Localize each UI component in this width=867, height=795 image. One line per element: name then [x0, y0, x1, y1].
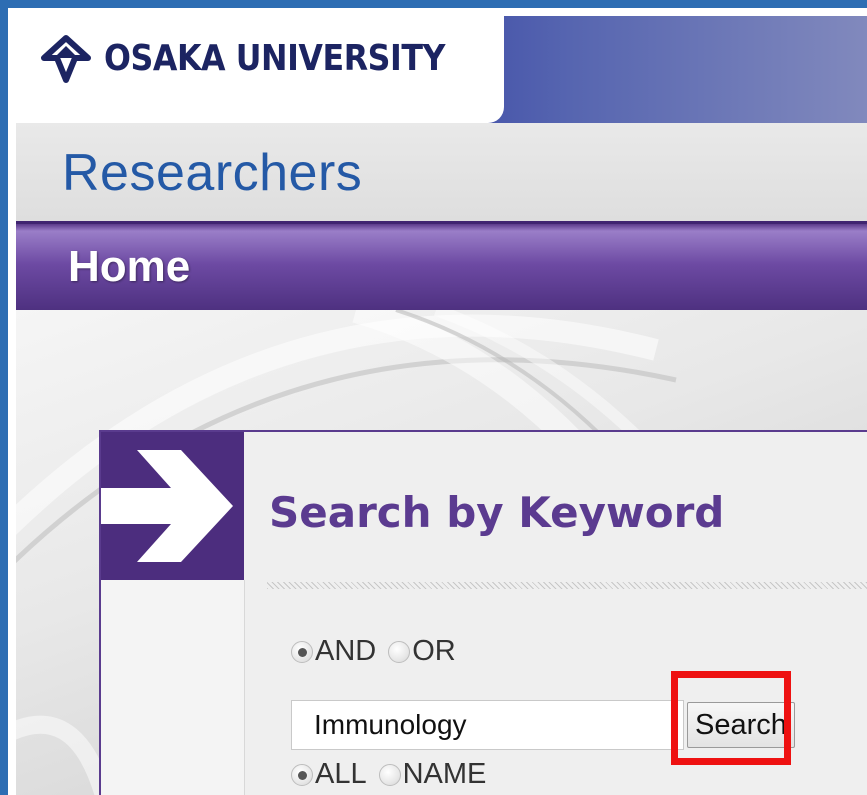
match-mode-group: AND OR — [291, 635, 456, 668]
radio-or-label: OR — [412, 635, 456, 667]
university-name: OSAKA UNIVERSITY — [104, 38, 446, 79]
browser-frame: OSAKA UNIVERSITY Researchers Home Search… — [0, 0, 867, 795]
radio-all-label: ALL — [315, 758, 367, 790]
search-button[interactable]: Search — [687, 702, 795, 748]
radio-and[interactable] — [291, 640, 313, 663]
university-logo-icon — [41, 35, 91, 83]
radio-name[interactable] — [378, 763, 401, 786]
keyword-search-input[interactable]: Immunology — [291, 700, 684, 750]
university-logo-tab[interactable]: OSAKA UNIVERSITY — [16, 16, 504, 123]
radio-all[interactable] — [291, 763, 313, 786]
section-banner: Researchers — [16, 123, 867, 221]
search-heading: Search by Keyword — [269, 488, 725, 537]
radio-or[interactable] — [388, 640, 411, 663]
right-arrow-icon — [101, 450, 233, 562]
arrow-badge — [101, 432, 244, 580]
radio-and-label: AND — [315, 635, 377, 667]
scope-group: ALL NAME — [291, 758, 486, 791]
page-viewport: OSAKA UNIVERSITY Researchers Home Search… — [16, 16, 867, 795]
radio-name-label: NAME — [402, 758, 487, 790]
panel-left-column — [101, 580, 245, 795]
hatched-divider — [267, 582, 867, 589]
nav-home-link[interactable]: Home — [68, 242, 190, 292]
main-nav-bar: Home — [16, 221, 867, 313]
section-title[interactable]: Researchers — [62, 143, 362, 203]
keyword-search-panel: Search by Keyword AND OR Immunology Sear… — [99, 430, 867, 795]
